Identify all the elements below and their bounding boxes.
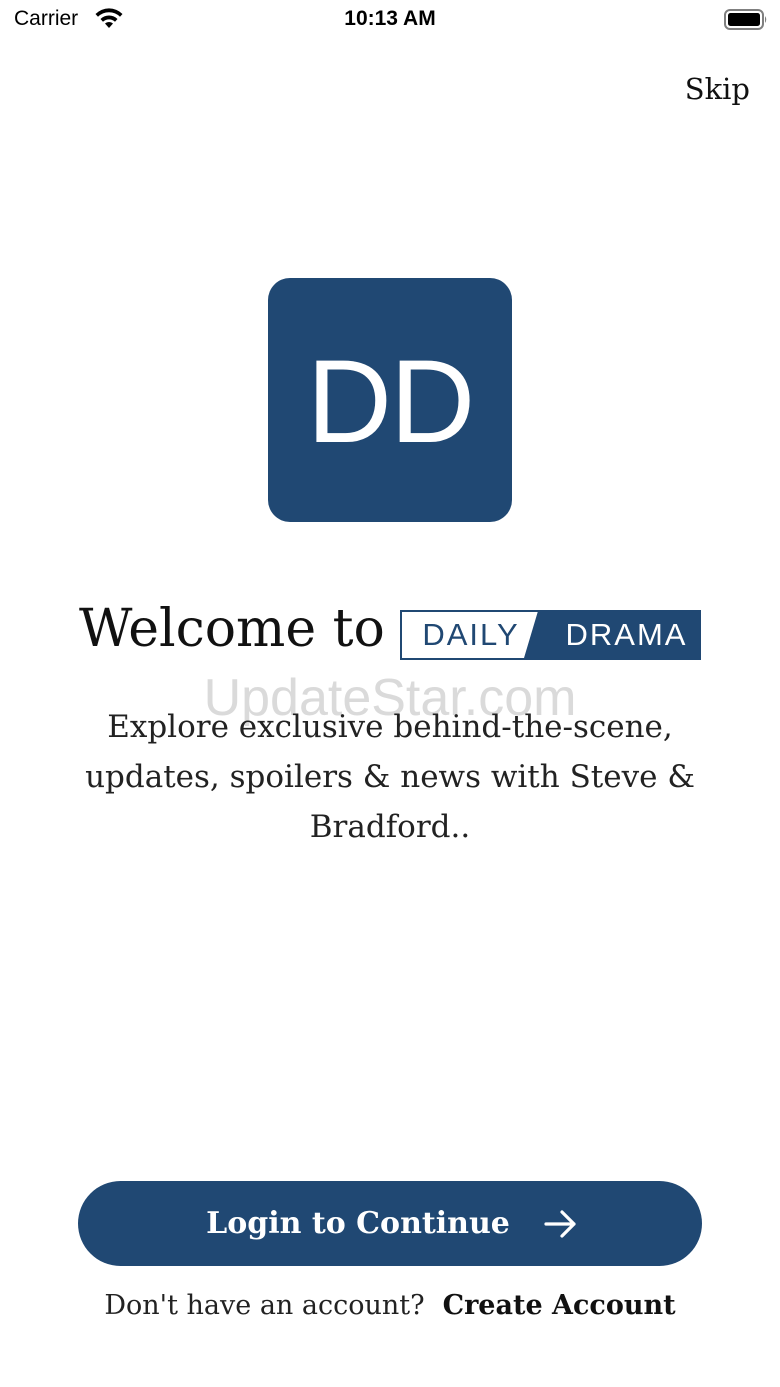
welcome-description: Explore exclusive behind-the-scene, upda… bbox=[85, 709, 695, 845]
status-bar: Carrier 10:13 AM bbox=[0, 0, 780, 42]
status-time: 10:13 AM bbox=[344, 7, 436, 30]
welcome-screen: Carrier 10:13 AM Skip DD Welcome to DAIL… bbox=[0, 0, 780, 1387]
app-logo: DD bbox=[268, 278, 512, 522]
brand-wordmark: DAILY DRAMA bbox=[400, 610, 701, 660]
arrow-right-icon bbox=[544, 1209, 576, 1238]
signup-prompt: Don't have an account? Create Account bbox=[0, 1290, 780, 1321]
create-account-link[interactable]: Create Account bbox=[443, 1290, 676, 1321]
login-button[interactable]: Login to Continue bbox=[78, 1181, 702, 1266]
welcome-heading: Welcome to bbox=[79, 599, 385, 659]
brand-wordmark-right: DRAMA bbox=[524, 611, 699, 658]
brand-wordmark-left: DAILY bbox=[402, 612, 538, 658]
skip-button[interactable]: Skip bbox=[685, 72, 750, 106]
login-button-label: Login to Continue bbox=[206, 1206, 510, 1241]
app-logo-text: DD bbox=[306, 336, 475, 468]
signup-prompt-text: Don't have an account? bbox=[104, 1290, 425, 1321]
battery-icon bbox=[724, 9, 767, 30]
